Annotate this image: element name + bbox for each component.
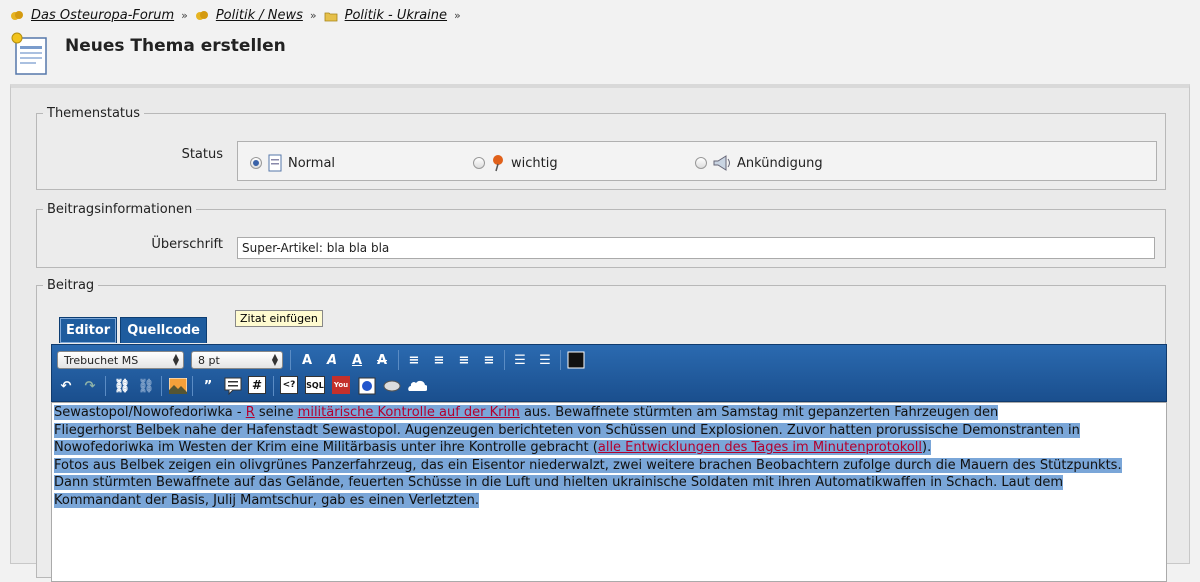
font-size-value: 8 pt [198,354,220,367]
text-l6: Kommandant der Basis, Julij Mamtschur, g… [54,492,480,508]
align-right-icon[interactable]: ≡ [454,350,474,370]
breadcrumb-link-politik-news[interactable]: Politik / News [216,8,303,23]
themenstatus-legend: Themenstatus [47,106,141,121]
status-label: Status [181,147,223,162]
folder-icon [195,10,208,20]
breadcrumb-separator: » [181,9,188,22]
status-wichtig-radio[interactable]: wichtig [473,154,558,172]
editor-toolbar: Trebuchet MS ▲ ▼ 8 pt ▲ ▼ A A A A ≡ ≡ ≡ ≡ … [51,344,1167,402]
toolbar-divider [504,350,505,370]
editor-content[interactable]: Sewastopol/Nowofedoriwka - R seine milit… [51,402,1167,582]
select-arrows-icon: ▲ ▼ [172,352,179,367]
new-document-icon [11,32,47,75]
toolbar-divider [398,350,399,370]
text-l1-b[interactable]: R [246,405,255,420]
toolbar-divider [161,376,162,396]
text-l1-d: aus. Bewaffnete stürmten am Samstag mit … [519,405,999,420]
text-l2: Fliegerhorst Belbek nahe der Hafenstadt … [54,422,1080,438]
document-icon [268,154,282,172]
align-justify-icon[interactable]: ≡ [479,350,499,370]
title-label: Überschrift [151,237,223,252]
breadcrumb-link-politik-ukraine[interactable]: Politik - Ukraine [345,8,447,23]
align-left-icon[interactable]: ≡ [404,350,424,370]
toolbar-divider [105,376,106,396]
toolbar-divider [560,350,561,370]
text-l5: Dann stürmten Bewaffnete auf das Gelände… [54,475,1064,490]
numbered-list-icon[interactable]: ☰ [535,350,555,370]
sql-icon[interactable]: SQL [305,376,325,394]
underline-icon[interactable]: A [347,350,367,370]
beitrag-fieldset: Beitrag Editor Quellcode Trebuchet MS ▲ ▼… [36,278,1167,582]
breadcrumb-link-forum[interactable]: Das Osteuropa-Forum [31,8,174,23]
link-icon[interactable]: ⛓ [112,376,132,396]
status-wichtig-label: wichtig [511,155,558,171]
text-l3-a: Nowofedoriwka im Westen der Krim eine Mi… [54,440,598,455]
page-header [10,32,50,78]
unlink-icon[interactable]: ⛓ [136,376,156,396]
toolbar-divider [273,376,274,396]
bullet-list-icon[interactable]: ☰ [510,350,530,370]
youtube-icon[interactable]: You [332,376,350,394]
title-input[interactable]: Super-Artikel: bla bla bla [237,237,1155,259]
breadcrumb-separator: » [454,9,461,22]
breadcrumb-separator: » [309,9,317,22]
status-normal-radio[interactable]: Normal [250,154,335,172]
form-panel: Themenstatus Status Normal wichtig Ankün… [10,84,1190,582]
text-l4: Fotos aus Belbek zeigen ein olivgrünes P… [54,457,1122,473]
align-center-icon[interactable]: ≡ [429,350,449,370]
status-ankuendigung-radio[interactable]: Ankündigung [695,154,823,172]
beitragsinfo-legend: Beitragsinformationen [47,202,193,217]
page-title: Neues Thema erstellen [65,36,286,56]
radio-selected-icon [250,157,262,169]
font-family-select[interactable]: Trebuchet MS ▲ ▼ [57,351,184,369]
font-family-value: Trebuchet MS [64,354,139,367]
status-normal-label: Normal [288,155,336,171]
editor-tabs: Editor Quellcode [59,317,207,343]
megaphone-icon [713,155,730,171]
toolbar-divider [192,376,193,396]
status-ankuendigung-label: Ankündigung [737,155,823,171]
redo-icon[interactable]: ↷ [80,376,100,396]
toolbar-divider [290,350,291,370]
radio-unselected-icon [473,157,485,169]
insert-quote-icon[interactable] [223,376,243,396]
undo-icon[interactable]: ↶ [56,376,76,396]
themenstatus-fieldset: Themenstatus Status Normal wichtig Ankün… [36,106,1166,190]
forum-icon [11,10,23,20]
hashtag-icon[interactable]: # [248,376,266,394]
status-options: Normal wichtig Ankündigung [237,141,1157,181]
radio-unselected-icon [695,157,707,169]
code-icon[interactable]: <? [280,376,298,394]
beitrag-legend: Beitrag [47,278,95,293]
select-arrows-icon: ▲ ▼ [271,352,278,367]
tab-quellcode[interactable]: Quellcode [120,317,207,343]
font-size-select[interactable]: 8 pt ▲ ▼ [191,351,283,369]
link-militaerische-kontrolle[interactable]: militärische Kontrolle auf der Krim [298,405,520,420]
tooltip-zitat-einfuegen: Zitat einfügen [235,310,323,327]
disc-icon[interactable] [382,376,402,396]
folder-icon [324,12,338,21]
quote-icon[interactable]: ” [198,376,218,396]
beitragsinfo-fieldset: Beitragsinformationen Überschrift Super-… [36,202,1166,268]
tab-editor[interactable]: Editor [59,317,118,343]
pushpin-icon [493,155,503,172]
media-icon[interactable] [357,376,377,396]
text-color-icon[interactable] [566,350,586,370]
breadcrumb: Das Osteuropa-Forum » Politik / News » P… [10,8,464,23]
italic-icon[interactable]: A [322,350,342,370]
bold-icon[interactable]: A [297,350,317,370]
text-l3-b: ). [922,440,932,455]
soundcloud-icon[interactable] [407,376,427,396]
text-l1-c: seine [254,405,298,420]
image-icon[interactable] [168,376,188,396]
text-l1-a: Sewastopol/Nowofedoriwka - [54,405,246,420]
link-minutenprotokoll[interactable]: alle Entwicklungen des Tages im Minutenp… [598,440,922,455]
strikethrough-icon[interactable]: A [372,350,392,370]
